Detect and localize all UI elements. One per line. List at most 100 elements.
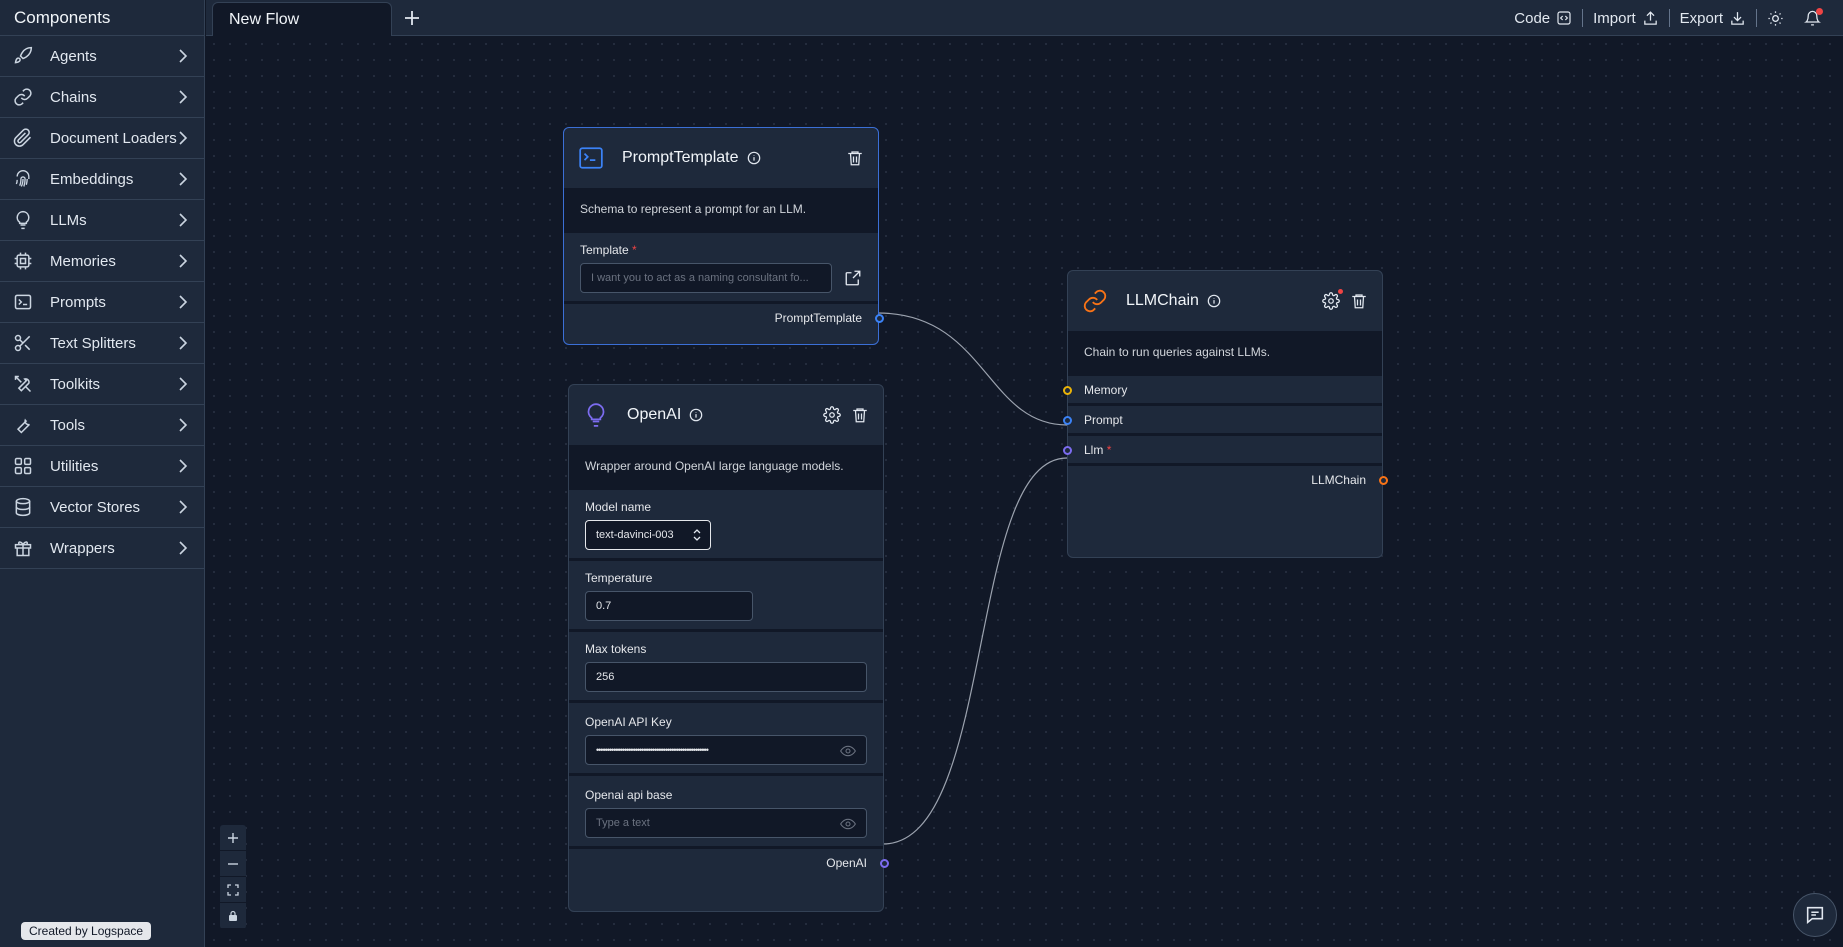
external-link-icon[interactable] [844, 269, 862, 287]
link-icon [1083, 289, 1107, 313]
chevron-right-icon [179, 500, 188, 514]
code-icon [1557, 11, 1571, 25]
flow-canvas[interactable]: PromptTemplate Schema to represent a pro… [206, 36, 1843, 947]
sun-icon [1768, 10, 1783, 26]
code-button[interactable]: Code [1504, 10, 1582, 27]
api-base-input[interactable]: Type a text [585, 808, 867, 838]
node-title: PromptTemplate [622, 149, 739, 166]
gear-icon [1322, 292, 1340, 310]
chevron-right-icon [179, 172, 188, 186]
sidebar-item-wrappers[interactable]: Wrappers [0, 528, 204, 569]
database-icon [12, 496, 34, 518]
field-label: Max tokens [585, 642, 647, 656]
sidebar-item-text-splitters[interactable]: Text Splitters [0, 323, 204, 364]
tab-new-flow[interactable]: New Flow [212, 2, 392, 36]
edge-openai-to-llmchain[interactable] [882, 457, 1068, 845]
edge-prompt-to-llmchain[interactable] [877, 312, 1068, 426]
wrench-icon [12, 414, 34, 436]
output-row: PromptTemplate [564, 301, 884, 331]
llmchain-node[interactable]: LLMChain Chain to run queries against LL… [1063, 270, 1388, 558]
paperclip-icon [12, 127, 34, 149]
trash-icon[interactable] [1350, 292, 1368, 310]
field-label: Openai api base [585, 788, 673, 802]
chevron-right-icon [179, 336, 188, 350]
import-button[interactable]: Import [1583, 10, 1669, 27]
api-key-input[interactable]: ••••••••••••••••••••••••••••••••••••••••… [585, 735, 867, 765]
chevron-right-icon [179, 254, 188, 268]
sidebar-item-label: Wrappers [50, 539, 115, 557]
rocket-icon [12, 45, 34, 67]
sidebar-item-label: LLMs [50, 211, 87, 229]
output-label: PromptTemplate [774, 310, 862, 325]
info-icon[interactable] [747, 151, 761, 165]
lightbulb-icon [12, 209, 34, 231]
template-input[interactable]: I want you to act as a naming consultant… [580, 263, 832, 293]
export-button[interactable]: Export [1670, 10, 1756, 27]
chevron-right-icon [179, 213, 188, 227]
node-description: Chain to run queries against LLMs. [1068, 331, 1382, 373]
cpu-icon [12, 250, 34, 272]
prompt-input-handle[interactable] [1063, 416, 1072, 425]
eye-icon[interactable] [840, 744, 856, 758]
info-icon[interactable] [1207, 294, 1221, 308]
sidebar-item-label: Memories [50, 252, 116, 270]
sidebar-item-utilities[interactable]: Utilities [0, 446, 204, 487]
settings-button[interactable] [1322, 289, 1343, 310]
lock-icon [229, 910, 237, 921]
output-handle[interactable] [880, 859, 889, 868]
eye-icon[interactable] [840, 817, 856, 831]
sidebar-item-prompts[interactable]: Prompts [0, 282, 204, 323]
sidebar-item-embeddings[interactable]: Embeddings [0, 159, 204, 200]
sidebar-item-agents[interactable]: Agents [0, 36, 204, 77]
lightbulb-icon [587, 403, 605, 427]
zoom-in-button[interactable] [220, 825, 246, 851]
trash-icon[interactable] [846, 149, 864, 167]
chevron-right-icon [179, 90, 188, 104]
prompt-template-node[interactable]: PromptTemplate Schema to represent a pro… [563, 127, 884, 345]
node-header: OpenAI [569, 385, 883, 445]
fit-view-button[interactable] [220, 877, 246, 903]
theme-toggle-button[interactable] [1757, 10, 1794, 27]
fingerprint-icon [12, 168, 34, 190]
sidebar-item-tools[interactable]: Tools [0, 405, 204, 446]
top-bar: New Flow Code Import Export [206, 0, 1843, 36]
toolbar-actions: Code Import Export [1504, 0, 1831, 36]
sidebar-item-chains[interactable]: Chains [0, 77, 204, 118]
sidebar-item-label: Embeddings [50, 170, 134, 188]
info-icon[interactable] [689, 408, 703, 422]
output-handle[interactable] [1379, 476, 1388, 485]
sidebar-item-label: Agents [50, 47, 97, 65]
temperature-input[interactable]: 0.7 [585, 591, 753, 621]
memory-input-handle[interactable] [1063, 386, 1072, 395]
output-handle[interactable] [875, 314, 884, 323]
sidebar-item-document-loaders[interactable]: Document Loaders [0, 118, 204, 159]
link-icon [12, 86, 34, 108]
chevron-right-icon [179, 377, 188, 391]
required-marker: * [1106, 442, 1112, 457]
openai-node[interactable]: OpenAI Wrapper around OpenAI large langu… [568, 384, 889, 912]
plus-icon[interactable] [402, 8, 422, 28]
notifications-button[interactable] [1794, 7, 1831, 27]
gear-icon[interactable] [823, 406, 841, 424]
api-key-field: OpenAI API Key •••••••••••••••••••••••••… [569, 700, 883, 773]
zoom-out-button[interactable] [220, 851, 246, 877]
chevron-up-down-icon [693, 529, 701, 541]
prompt-input-row: Prompt [1063, 403, 1382, 433]
trash-icon[interactable] [851, 406, 869, 424]
components-sidebar: Components Agents Chains Document Loader… [0, 0, 205, 947]
max-tokens-input[interactable]: 256 [585, 662, 867, 692]
plus-icon [228, 832, 238, 843]
sidebar-item-vector-stores[interactable]: Vector Stores [0, 487, 204, 528]
llm-input-handle[interactable] [1063, 446, 1072, 455]
output-label: LLMChain [1311, 472, 1366, 487]
input-label: Memory [1084, 382, 1128, 397]
sidebar-item-llms[interactable]: LLMs [0, 200, 204, 241]
created-by-badge[interactable]: Created by Logspace [21, 922, 152, 940]
lock-button[interactable] [220, 903, 246, 929]
chat-button[interactable] [1793, 893, 1837, 937]
model-name-select[interactable]: text-davinci-003 [585, 520, 711, 550]
sidebar-item-label: Tools [50, 416, 86, 434]
sidebar-item-toolkits[interactable]: Toolkits [0, 364, 204, 405]
field-label: Template * [580, 243, 637, 257]
sidebar-item-memories[interactable]: Memories [0, 241, 204, 282]
